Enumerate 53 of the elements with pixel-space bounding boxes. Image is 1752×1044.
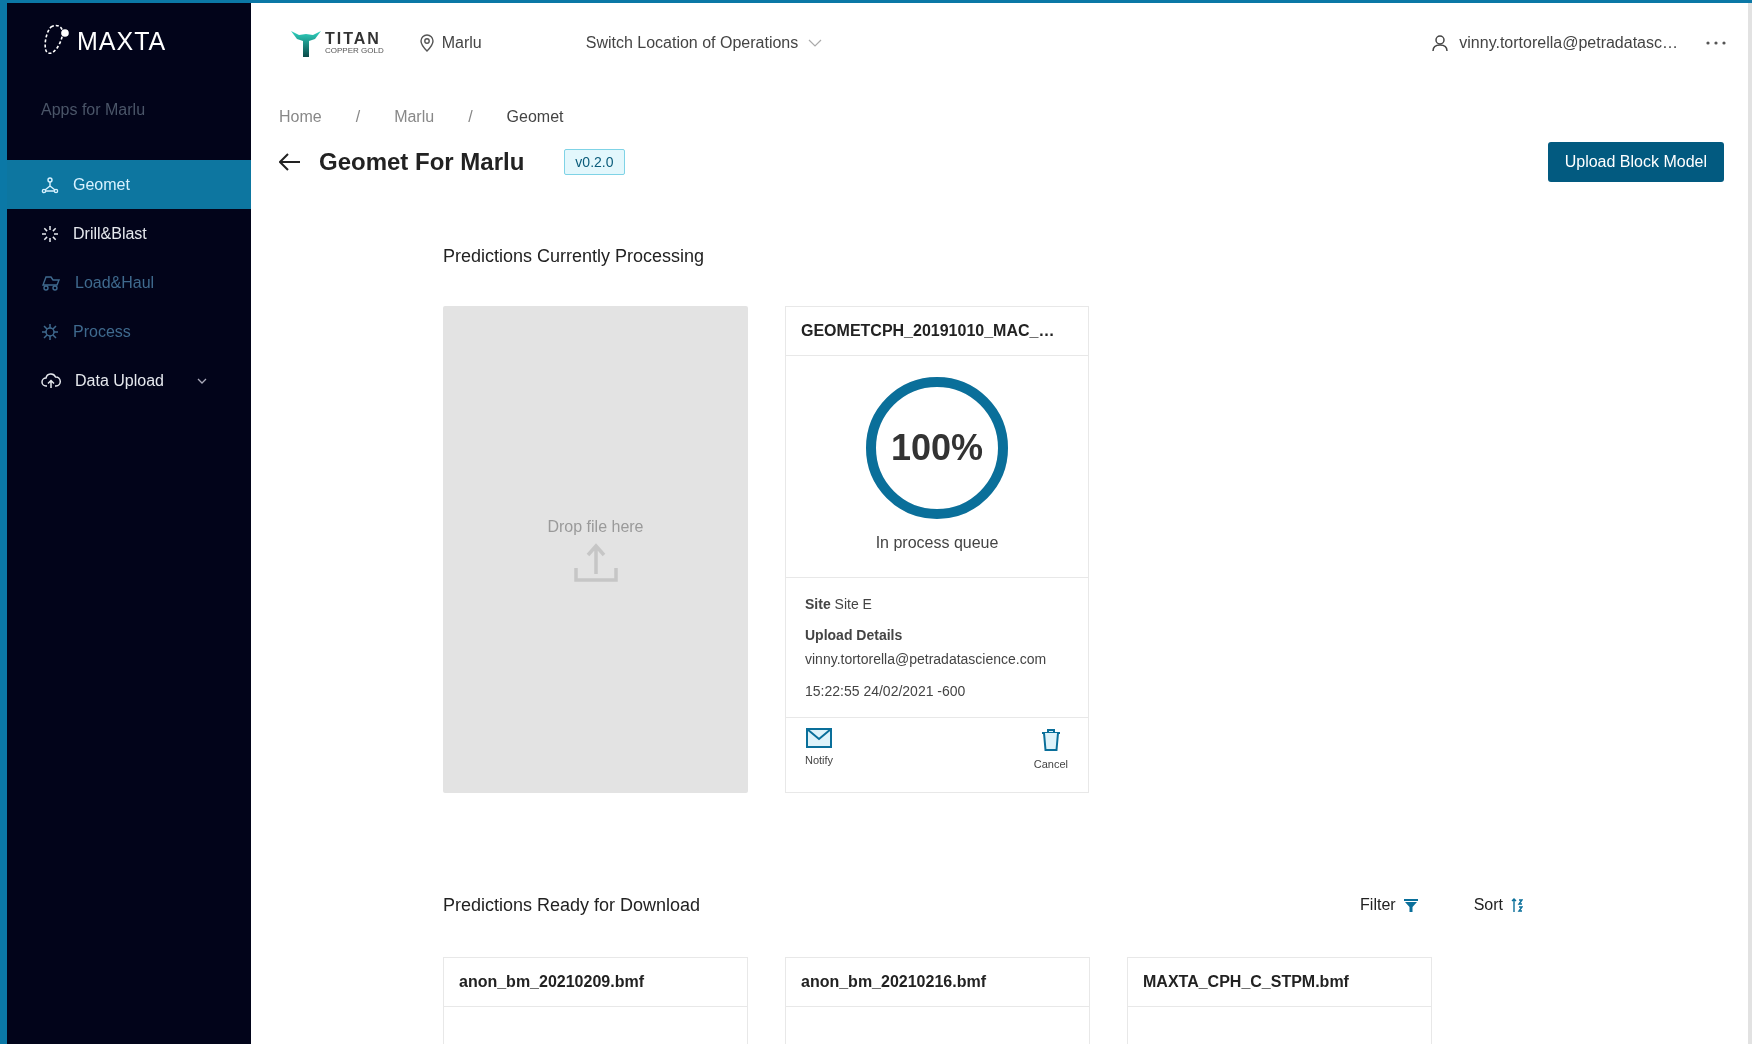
envelope-icon — [806, 728, 833, 748]
section-heading: Predictions Currently Processing — [443, 246, 706, 268]
sidebar-item[interactable]: Geomet — [7, 160, 251, 209]
network-icon — [41, 175, 59, 194]
breadcrumb-link[interactable]: Home — [279, 108, 322, 132]
upload-icon — [573, 541, 618, 582]
filter-icon — [1403, 898, 1418, 912]
truck-icon — [41, 273, 61, 292]
site-info: Site Site E — [805, 596, 873, 612]
location-pin-icon — [419, 34, 434, 52]
upload-block-model-button[interactable]: Upload Block Model — [1547, 142, 1724, 182]
breadcrumb-separator: / — [468, 108, 473, 127]
chevron-icon — [808, 39, 823, 47]
notify-button[interactable]: Notify — [805, 728, 834, 778]
cloud-upload-icon — [41, 371, 61, 390]
location-name: Marlu — [441, 34, 482, 52]
logo-name: TITAN — [325, 31, 382, 47]
switch-location-dropdown[interactable]: Switch Location of Operations — [585, 34, 823, 52]
sidebar-item[interactable]: Data Upload — [7, 356, 251, 405]
file-card[interactable]: anon_bm_20210209.bmf — [443, 957, 748, 1044]
file-name: anon_bm_20210216.bmf — [786, 958, 1089, 1007]
breadcrumb-separator: / — [355, 108, 361, 127]
upload-details-label: Upload Details — [805, 627, 904, 643]
user-icon — [1431, 34, 1450, 52]
burst-icon — [41, 224, 59, 243]
sort-button[interactable]: Sort — [1473, 896, 1523, 914]
drop-prompt: Drop file here — [547, 517, 644, 536]
file-card[interactable]: MAXTA_CPH_C_STPM.bmf — [1127, 957, 1432, 1044]
trash-icon — [1040, 728, 1061, 752]
chevron-icon — [197, 377, 207, 384]
user-menu[interactable]: vinny.tortorella@petradatasc… — [1431, 34, 1678, 52]
version-tag: v0.2.0 — [564, 149, 625, 175]
brand-name: MAXTA — [77, 26, 167, 56]
job-status: In process queue — [875, 534, 999, 552]
more-icon[interactable] — [1706, 41, 1726, 45]
file-card[interactable]: anon_bm_20210216.bmf — [785, 957, 1090, 1044]
file-name: anon_bm_20210209.bmf — [444, 958, 747, 1007]
section-heading: Predictions Ready for Download — [443, 894, 701, 916]
upload-timestamp: 15:22:55 24/02/2021 -600 — [805, 683, 967, 699]
sort-icon — [1511, 897, 1523, 913]
sidebar-item[interactable]: Drill&Blast — [7, 209, 251, 258]
cog-icon — [41, 322, 59, 341]
v-logo-icon — [291, 29, 321, 57]
cancel-button[interactable]: Cancel — [1033, 728, 1068, 778]
uploader-email: vinny.tortorella@petradatascience.com — [805, 651, 1048, 667]
filter-button[interactable]: Filter — [1360, 896, 1418, 914]
back-arrow-icon[interactable] — [279, 153, 301, 171]
logo-tagline: COPPER GOLD — [325, 47, 384, 55]
job-name: GEOMETCPH_20191010_MAC_… — [786, 307, 1088, 356]
sidebar-subtitle: Apps for Marlu — [40, 100, 147, 120]
breadcrumb-link[interactable]: Marlu — [394, 108, 435, 132]
file-name: MAXTA_CPH_C_STPM.bmf — [1128, 958, 1431, 1007]
page-title: Geomet For Marlu — [319, 148, 525, 176]
